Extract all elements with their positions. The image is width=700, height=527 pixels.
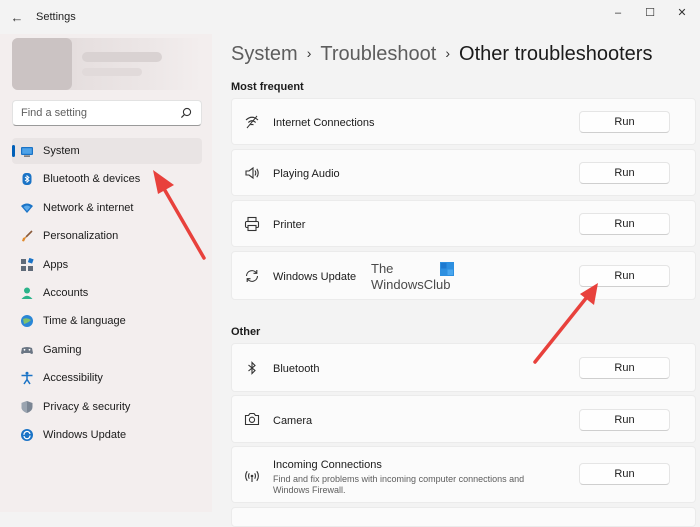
profile-email-redacted [82, 68, 142, 76]
troubleshooter-title: Internet Connections [273, 117, 375, 129]
sidebar-item-label: Personalization [43, 230, 119, 243]
sidebar-item-accounts[interactable]: Accounts [12, 280, 202, 306]
sidebar-item-label: Privacy & security [43, 400, 131, 413]
sidebar: System Bluetooth & devices Network & int… [0, 34, 212, 512]
run-button-internet-connections[interactable]: Run [579, 111, 670, 133]
troubleshooter-title: Printer [273, 219, 306, 231]
shield-icon [21, 400, 33, 413]
page-title: Other troubleshooters [459, 43, 653, 65]
sidebar-item-apps[interactable]: Apps [12, 252, 202, 278]
camera-icon [244, 412, 260, 426]
sidebar-item-label: System [43, 145, 80, 157]
sidebar-item-bluetooth-devices[interactable]: Bluetooth & devices [12, 166, 202, 192]
troubleshooter-title: Camera [273, 415, 313, 427]
run-button-playing-audio[interactable]: Run [579, 162, 670, 184]
sidebar-item-label: Accounts [43, 286, 89, 299]
maximize-button[interactable]: ☐ [636, 3, 664, 23]
close-button[interactable]: ✕ [668, 3, 696, 23]
profile-name-redacted [82, 52, 162, 62]
avatar [12, 38, 72, 90]
sidebar-item-accessibility[interactable]: Accessibility [12, 365, 202, 391]
sidebar-item-label: Gaming [43, 343, 82, 356]
bluetooth-icon [248, 361, 256, 375]
system-icon [21, 147, 33, 157]
troubleshooter-card-printer: Printer Run [231, 200, 696, 247]
sidebar-item-network[interactable]: Network & internet [12, 195, 202, 221]
breadcrumb-separator: › [445, 45, 451, 61]
sidebar-item-label: Windows Update [43, 428, 127, 441]
gaming-icon [21, 346, 33, 354]
troubleshooter-description: Find and fix problems with incoming comp… [273, 474, 525, 495]
search-box [12, 100, 202, 126]
watermark-line-1: The [371, 261, 394, 276]
time-language-icon [21, 315, 33, 328]
watermark-line-2: WindowsClub [371, 277, 451, 292]
sidebar-item-privacy-security[interactable]: Privacy & security [12, 394, 202, 420]
sidebar-item-personalization[interactable]: Personalization [12, 223, 202, 249]
search-icon[interactable] [179, 106, 193, 120]
sidebar-item-label: Bluetooth & devices [43, 173, 141, 186]
title-bar: ← Settings – ☐ ✕ [0, 0, 700, 34]
run-button-printer[interactable]: Run [579, 213, 670, 235]
run-button-incoming-connections[interactable]: Run [579, 463, 670, 485]
troubleshooter-card-internet-connections: Internet Connections Run [231, 98, 696, 145]
run-button-windows-update[interactable]: Run [579, 265, 670, 287]
sidebar-item-label: Time & language [43, 315, 126, 328]
sidebar-item-system[interactable]: System [12, 138, 202, 164]
user-profile-blurred[interactable] [12, 38, 202, 90]
incoming-connections-icon [245, 470, 259, 482]
sidebar-item-gaming[interactable]: Gaming [12, 337, 202, 363]
troubleshooter-card-playing-audio: Playing Audio Run [231, 149, 696, 196]
bluetooth-devices-icon [22, 173, 32, 186]
breadcrumb: System › Troubleshoot › Other troubleshooter… [231, 43, 652, 66]
sidebar-item-label: Network & internet [43, 201, 134, 214]
sidebar-item-time-language[interactable]: Time & language [12, 308, 202, 334]
troubleshooter-title: Bluetooth [273, 363, 320, 375]
main-content: System › Troubleshoot › Other troubleshooter… [212, 34, 700, 527]
run-button-bluetooth[interactable]: Run [579, 357, 670, 379]
troubleshooter-card-next-partial [231, 507, 696, 527]
accounts-icon [21, 287, 33, 299]
windows-logo-icon [440, 262, 454, 276]
apps-icon [21, 257, 34, 271]
app-title: Settings [36, 11, 76, 23]
breadcrumb-troubleshoot[interactable]: Troubleshoot [320, 43, 436, 65]
troubleshooter-title: Playing Audio [273, 168, 340, 180]
section-title-other: Other [231, 326, 261, 338]
minimize-button[interactable]: – [604, 3, 632, 23]
troubleshooter-card-bluetooth: Bluetooth Run [231, 343, 696, 392]
troubleshooter-card-camera: Camera Run [231, 395, 696, 443]
search-input[interactable] [19, 101, 173, 125]
back-arrow-icon[interactable]: ← [8, 9, 26, 27]
troubleshooter-title: Incoming Connections [273, 459, 382, 471]
run-button-camera[interactable]: Run [579, 409, 670, 431]
thewindowsclub-watermark: The WindowsClub [371, 261, 491, 295]
sidebar-item-label: Accessibility [43, 372, 103, 385]
refresh-icon [245, 270, 259, 282]
breadcrumb-system[interactable]: System [231, 43, 298, 65]
troubleshooter-card-incoming-connections: Incoming Connections Find and fix proble… [231, 446, 696, 503]
speaker-icon [245, 166, 259, 180]
personalization-brush-icon [22, 230, 33, 242]
printer-icon [244, 216, 260, 232]
sidebar-nav: System Bluetooth & devices Network & int… [12, 138, 202, 450]
section-title-most-frequent: Most frequent [231, 81, 304, 93]
sidebar-item-label: Apps [43, 258, 69, 271]
breadcrumb-separator: › [306, 45, 312, 61]
network-icon [21, 203, 33, 213]
wifi-icon [245, 115, 259, 129]
sidebar-item-windows-update[interactable]: Windows Update [12, 422, 202, 448]
windows-update-icon [21, 428, 33, 441]
accessibility-icon [21, 371, 33, 385]
troubleshooter-title: Windows Update [273, 271, 357, 283]
